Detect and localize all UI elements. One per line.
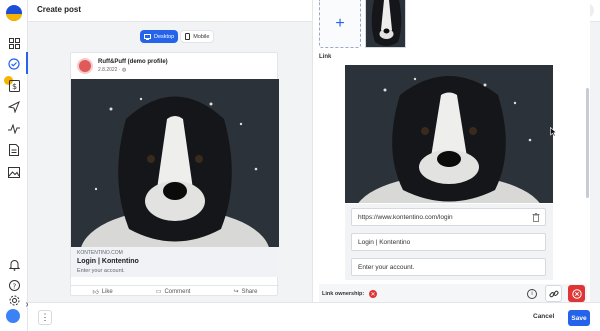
link-description-value: Enter your account. xyxy=(358,263,415,271)
link-domain: KONTENTINO.COM xyxy=(77,250,123,256)
more-vertical-icon: ⋮ xyxy=(40,312,50,322)
tab-mobile-label: Mobile xyxy=(193,33,210,40)
link-image[interactable] xyxy=(345,65,553,203)
cancel-button[interactable]: Cancel xyxy=(533,313,554,320)
link-title-value: Login | Kontentino xyxy=(358,238,411,246)
post-date-text: 2.8.2022 · xyxy=(98,67,122,73)
page-title: Create post xyxy=(37,5,82,14)
thumbs-up-icon: 👍︎ xyxy=(92,289,99,296)
app-sidebar: $ ? › xyxy=(0,0,29,331)
link-title: Login | Kontentino xyxy=(77,258,139,265)
preview-device-toggle: Desktop Mobile xyxy=(140,30,248,44)
mobile-icon xyxy=(185,33,191,40)
link-ownership-bar: Link ownership: ✕ i xyxy=(319,284,587,304)
send-icon[interactable] xyxy=(6,99,22,115)
comment-button[interactable]: ▭ Comment xyxy=(155,288,191,296)
dashboard-icon[interactable] xyxy=(6,35,22,51)
post-image xyxy=(71,79,279,247)
link-ownership-label: Link ownership: xyxy=(322,291,365,297)
document-icon[interactable] xyxy=(6,142,22,158)
user-avatar[interactable] xyxy=(6,309,20,323)
share-icon: ↪ xyxy=(233,289,239,295)
tab-desktop-label: Desktop xyxy=(154,33,175,40)
share-label: Share xyxy=(241,288,258,295)
globe-icon: ◍ xyxy=(121,67,127,73)
remove-link-button[interactable] xyxy=(568,285,585,302)
posts-check-icon[interactable] xyxy=(6,56,22,72)
link-url-field[interactable]: https://www.kontentino.com/login xyxy=(351,208,546,226)
analytics-icon[interactable] xyxy=(6,121,22,137)
modal-footer: ⋮ Cancel Save xyxy=(28,302,600,331)
post-editor-panel: + Link https://www.kontentino.com/login … xyxy=(312,0,590,304)
help-icon[interactable]: ? xyxy=(6,277,22,293)
like-label: Like xyxy=(101,288,113,295)
notifications-bell-icon[interactable] xyxy=(6,257,22,273)
add-media-button[interactable]: + xyxy=(319,0,361,48)
tab-desktop[interactable]: Desktop xyxy=(140,30,179,43)
media-library-icon[interactable] xyxy=(6,164,22,180)
comment-label: Comment xyxy=(164,288,191,295)
link-url-value: https://www.kontentino.com/login xyxy=(358,213,453,221)
like-button[interactable]: 👍︎ Like xyxy=(92,288,112,296)
post-actions: 👍︎ Like ▭ Comment ↪ Share xyxy=(71,285,279,297)
app-logo[interactable] xyxy=(6,5,22,21)
link-description-field[interactable]: Enter your account. xyxy=(351,258,546,276)
svg-text:$: $ xyxy=(12,82,17,91)
info-icon[interactable]: i xyxy=(527,289,537,299)
scrollbar-thumb[interactable] xyxy=(586,88,589,198)
link-title-field[interactable]: Login | Kontentino xyxy=(351,233,546,251)
ownership-status-x-icon: ✕ xyxy=(369,290,377,298)
post-date: 2.8.2022 · ◍ xyxy=(98,67,126,73)
link-chain-icon xyxy=(549,290,558,297)
desktop-icon xyxy=(144,33,151,40)
plus-icon: + xyxy=(335,14,345,32)
comment-icon: ▭ xyxy=(155,289,162,295)
svg-text:?: ? xyxy=(12,282,16,290)
page-avatar xyxy=(77,58,93,74)
trash-icon[interactable] xyxy=(532,213,540,222)
link-button[interactable] xyxy=(545,285,562,302)
link-section-label: Link xyxy=(319,54,332,60)
share-button[interactable]: ↪ Share xyxy=(233,288,258,296)
facebook-post-preview: Ruff&Puff (demo profile) 2.8.2022 · ◍ KO… xyxy=(70,52,279,297)
save-button[interactable]: Save xyxy=(568,310,590,326)
link-description: Enter your account. xyxy=(77,268,125,274)
link-preview-box[interactable]: KONTENTINO.COM Login | Kontentino Enter … xyxy=(71,247,279,277)
mouse-cursor-icon xyxy=(550,127,557,137)
post-preview-panel: Desktop Mobile Ruff&Puff (demo profile) … xyxy=(38,22,308,302)
media-thumbnail[interactable] xyxy=(365,0,406,48)
page-name: Ruff&Puff (demo profile) xyxy=(98,59,168,65)
close-circle-icon xyxy=(571,288,582,299)
active-nav-indicator xyxy=(26,52,28,74)
settings-gear-icon[interactable] xyxy=(6,292,22,308)
more-options-button[interactable]: ⋮ xyxy=(38,310,52,325)
tab-mobile[interactable]: Mobile xyxy=(180,30,215,43)
billing-icon[interactable]: $ xyxy=(6,78,22,94)
